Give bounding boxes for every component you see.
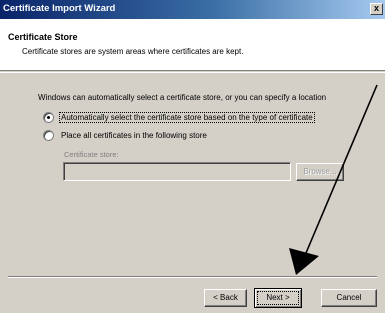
- auto-select-label[interactable]: Automatically select the certificate sto…: [59, 111, 315, 123]
- place-in-store-option[interactable]: Place all certificates in the following …: [43, 128, 208, 142]
- certificate-import-wizard-window: Certificate Import Wizard x Certificate …: [0, 0, 385, 313]
- certificate-store-label: Certificate store:: [64, 150, 119, 159]
- place-in-store-label[interactable]: Place all certificates in the following …: [60, 131, 208, 140]
- auto-select-radio[interactable]: [43, 111, 54, 123]
- intro-text: Windows can automatically select a certi…: [38, 93, 327, 102]
- footer-divider-highlight: [8, 277, 377, 278]
- auto-select-store-option[interactable]: Automatically select the certificate sto…: [43, 110, 315, 124]
- close-button[interactable]: x: [370, 3, 383, 15]
- browse-button: Browse...: [296, 163, 344, 181]
- close-icon: x: [373, 3, 379, 13]
- window-title: Certificate Import Wizard: [3, 3, 116, 14]
- back-button[interactable]: < Back: [204, 289, 247, 307]
- next-button-label: Next >: [257, 291, 299, 305]
- certificate-store-field: [63, 162, 291, 181]
- header-divider: [0, 72, 385, 73]
- cancel-button[interactable]: Cancel: [321, 289, 377, 307]
- page-title: Certificate Store: [8, 32, 78, 42]
- title-bar[interactable]: Certificate Import Wizard x: [0, 0, 385, 19]
- place-in-store-radio[interactable]: [43, 129, 54, 141]
- page-description: Certificate stores are system areas wher…: [22, 47, 244, 56]
- wizard-header: Certificate Store Certificate stores are…: [0, 19, 385, 71]
- next-button[interactable]: Next >: [254, 288, 302, 308]
